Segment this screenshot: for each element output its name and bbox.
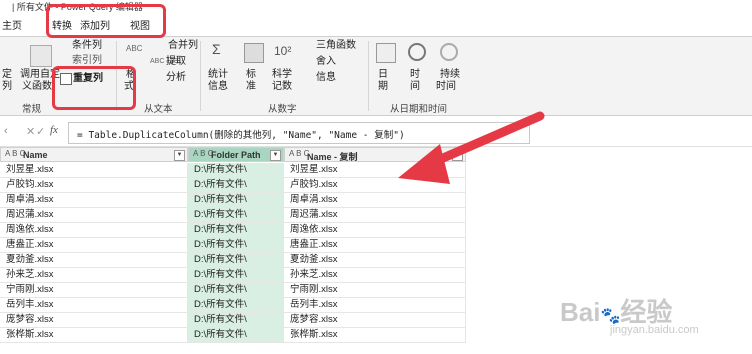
watermark-url: jingyan.baidu.com <box>610 324 699 336</box>
watermark-brand2: 经验 <box>620 297 673 327</box>
watermark-brand: Bai <box>560 297 601 327</box>
paw-icon: 🐾 <box>600 308 621 325</box>
